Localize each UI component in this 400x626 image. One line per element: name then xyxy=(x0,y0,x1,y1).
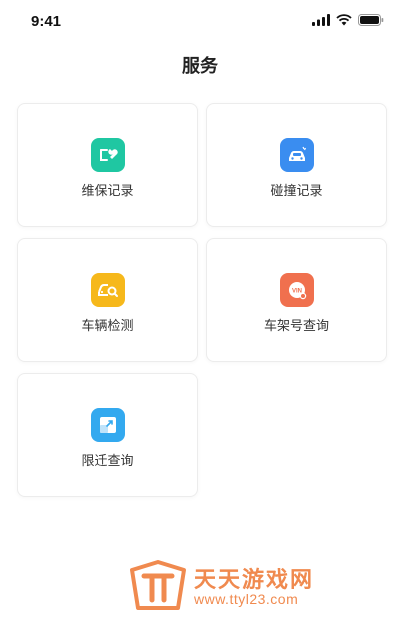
service-card-vin-query[interactable]: VIN 车架号查询 xyxy=(206,238,387,362)
service-label: 碰撞记录 xyxy=(270,184,323,199)
battery-icon xyxy=(358,14,384,26)
service-label: 维保记录 xyxy=(81,184,134,199)
status-bar: 9:41 xyxy=(0,0,400,44)
page-title: 服务 xyxy=(182,56,218,77)
service-card-collision-record[interactable]: 碰撞记录 xyxy=(206,103,387,227)
service-label: 车辆检测 xyxy=(81,319,134,334)
status-icons xyxy=(312,14,384,26)
car-inspect-icon xyxy=(91,273,125,307)
watermark-title: 天天游戏网 xyxy=(194,568,315,593)
wrench-icon xyxy=(91,138,125,172)
status-time: 9:41 xyxy=(31,13,62,30)
watermark-url: www.ttyl23.com xyxy=(194,591,299,607)
transfer-icon xyxy=(91,408,125,442)
signal-icon xyxy=(312,14,330,26)
service-card-vehicle-inspection[interactable]: 车辆检测 xyxy=(17,238,198,362)
vin-icon: VIN xyxy=(280,273,314,307)
service-label: 限迁查询 xyxy=(81,454,134,469)
service-card-maintenance-record[interactable]: 维保记录 xyxy=(17,103,198,227)
svg-text:VIN: VIN xyxy=(292,289,302,295)
service-card-transfer-restriction-query[interactable]: 限迁查询 xyxy=(17,373,198,497)
wifi-icon xyxy=(336,14,352,26)
car-icon xyxy=(280,138,314,172)
watermark: 天天游戏网 www.ttyl23.com xyxy=(128,560,368,616)
service-label: 车架号查询 xyxy=(263,319,329,334)
watermark-logo-icon xyxy=(130,560,186,610)
